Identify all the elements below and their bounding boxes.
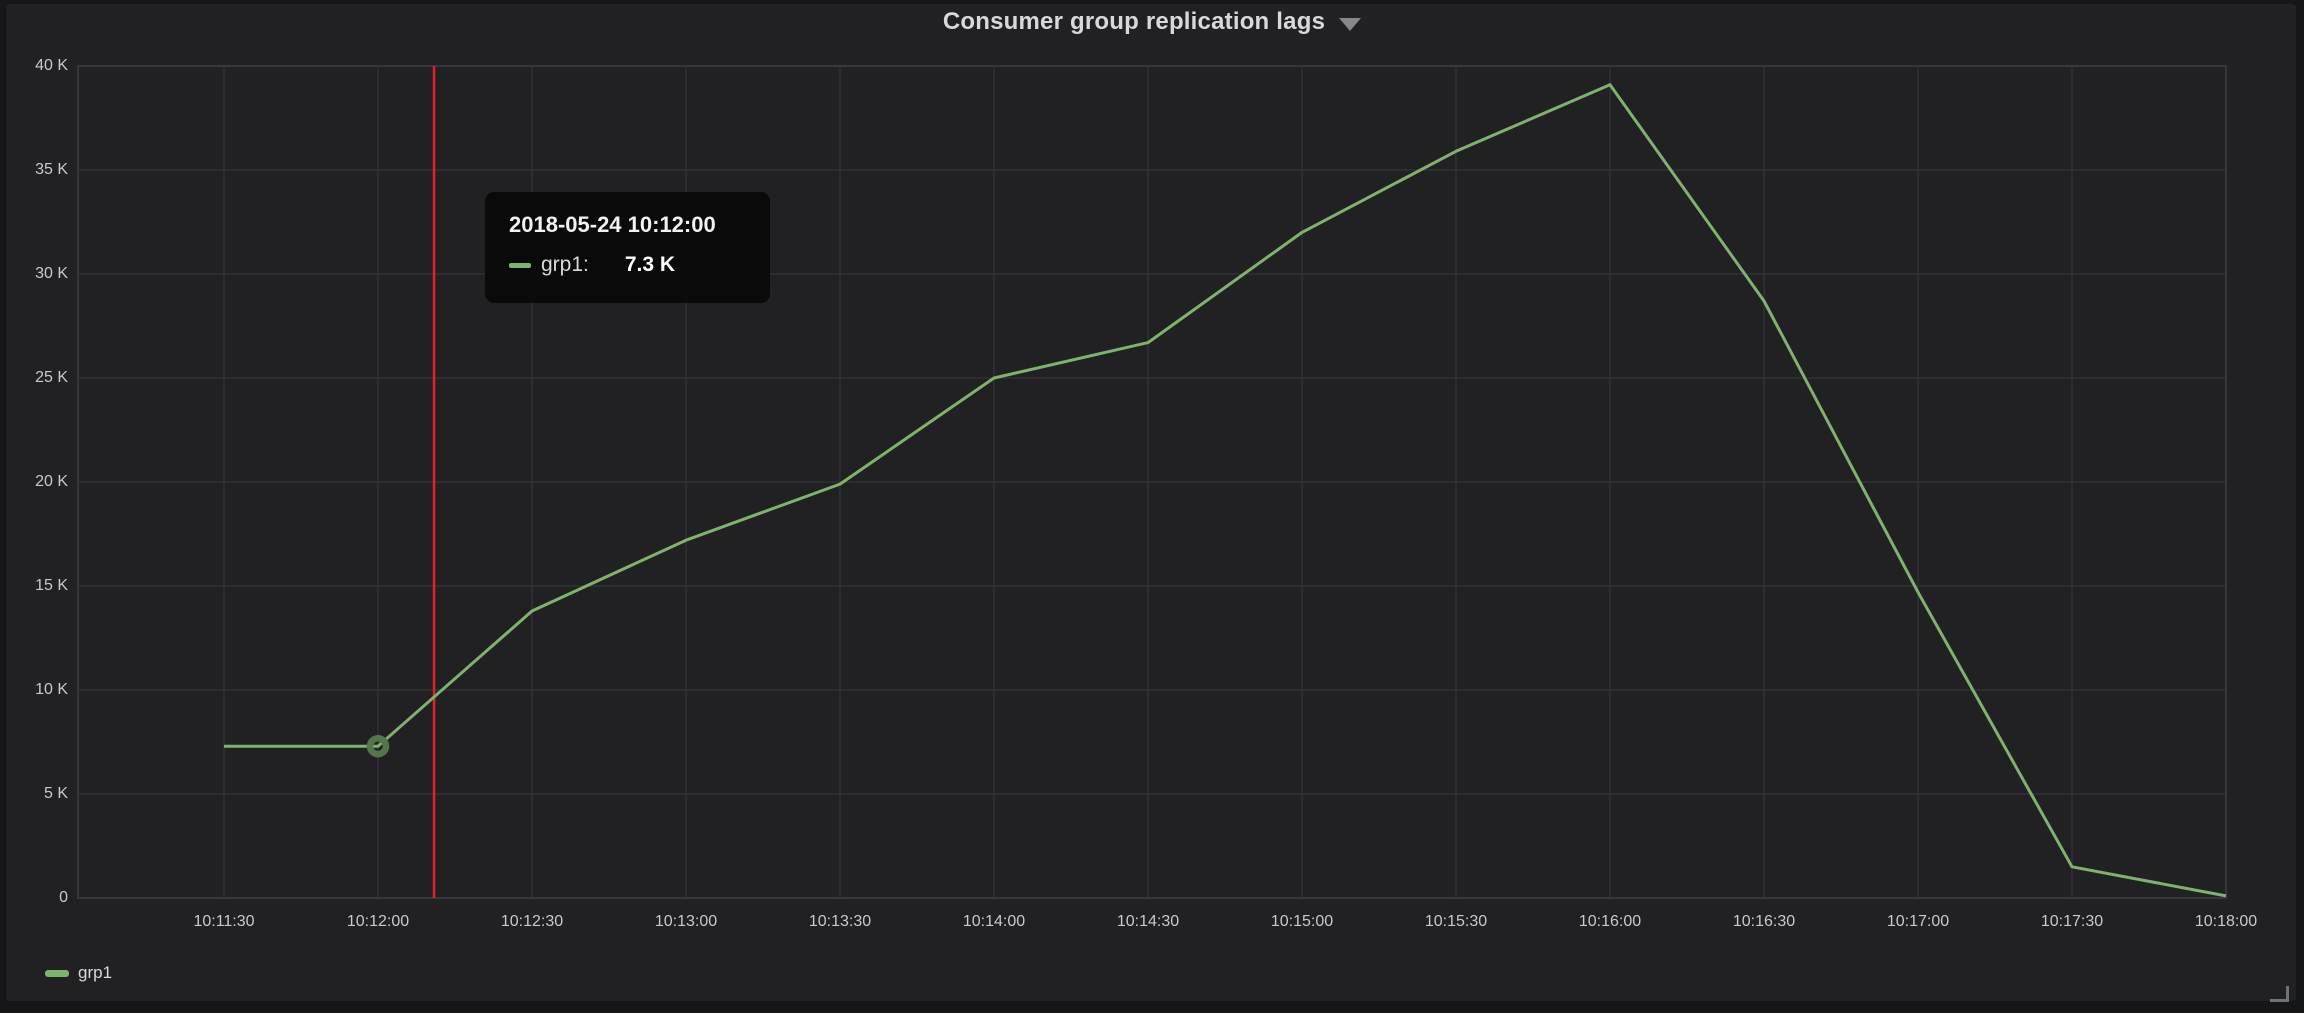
tooltip-series-value: 7.3 K	[625, 253, 675, 277]
x-axis-tick-label: 10:16:00	[1540, 911, 1680, 933]
tooltip-series-row: grp1: 7.3 K	[509, 253, 746, 277]
panel-title[interactable]: Consumer group replication lags	[943, 8, 1325, 36]
y-axis-tick-label: 5 K	[0, 783, 68, 805]
x-axis-tick-label: 10:14:00	[924, 911, 1064, 933]
x-axis-tick-label: 10:12:00	[308, 911, 448, 933]
y-axis-tick-label: 35 K	[0, 159, 68, 181]
x-axis-tick-label: 10:15:30	[1386, 911, 1526, 933]
grafana-graph-panel-screenshot: { "page": { "background_color": "#141619…	[0, 0, 2304, 1013]
legend-label: grp1	[78, 961, 112, 985]
y-axis-tick-label: 10 K	[0, 679, 68, 701]
x-axis-tick-label: 10:13:00	[616, 911, 756, 933]
y-axis-tick-label: 30 K	[0, 263, 68, 285]
x-axis-tick-label: 10:11:30	[154, 911, 294, 933]
y-axis-tick-label: 15 K	[0, 575, 68, 597]
hover-tooltip: 2018-05-24 10:12:00 grp1: 7.3 K	[485, 192, 770, 303]
y-axis-tick-label: 25 K	[0, 367, 68, 389]
tooltip-series-label: grp1:	[541, 253, 589, 277]
x-axis-tick-label: 10:12:30	[462, 911, 602, 933]
y-axis-tick-label: 20 K	[0, 471, 68, 493]
legend-item-grp1[interactable]: grp1	[45, 961, 112, 985]
legend-color-dash-icon	[45, 970, 69, 977]
series-color-dash-icon	[509, 263, 531, 268]
x-axis-tick-label: 10:14:30	[1078, 911, 1218, 933]
x-axis-tick-label: 10:17:00	[1848, 911, 1988, 933]
x-axis-tick-label: 10:13:30	[770, 911, 910, 933]
panel-header: Consumer group replication lags	[0, 0, 2304, 44]
x-axis-tick-label: 10:17:30	[2002, 911, 2142, 933]
chart-plot-area[interactable]	[0, 0, 2304, 1013]
x-axis-tick-label: 10:18:00	[2156, 911, 2296, 933]
x-axis-tick-label: 10:15:00	[1232, 911, 1372, 933]
x-axis-tick-label: 10:16:30	[1694, 911, 1834, 933]
y-axis-tick-label: 40 K	[0, 55, 68, 77]
y-axis-tick-label: 0	[0, 887, 68, 909]
horizontal-grid-lines	[78, 66, 2226, 898]
caret-down-icon[interactable]	[1339, 18, 1361, 31]
panel-resize-handle-icon[interactable]	[2270, 986, 2289, 1002]
tooltip-timestamp: 2018-05-24 10:12:00	[509, 212, 746, 238]
